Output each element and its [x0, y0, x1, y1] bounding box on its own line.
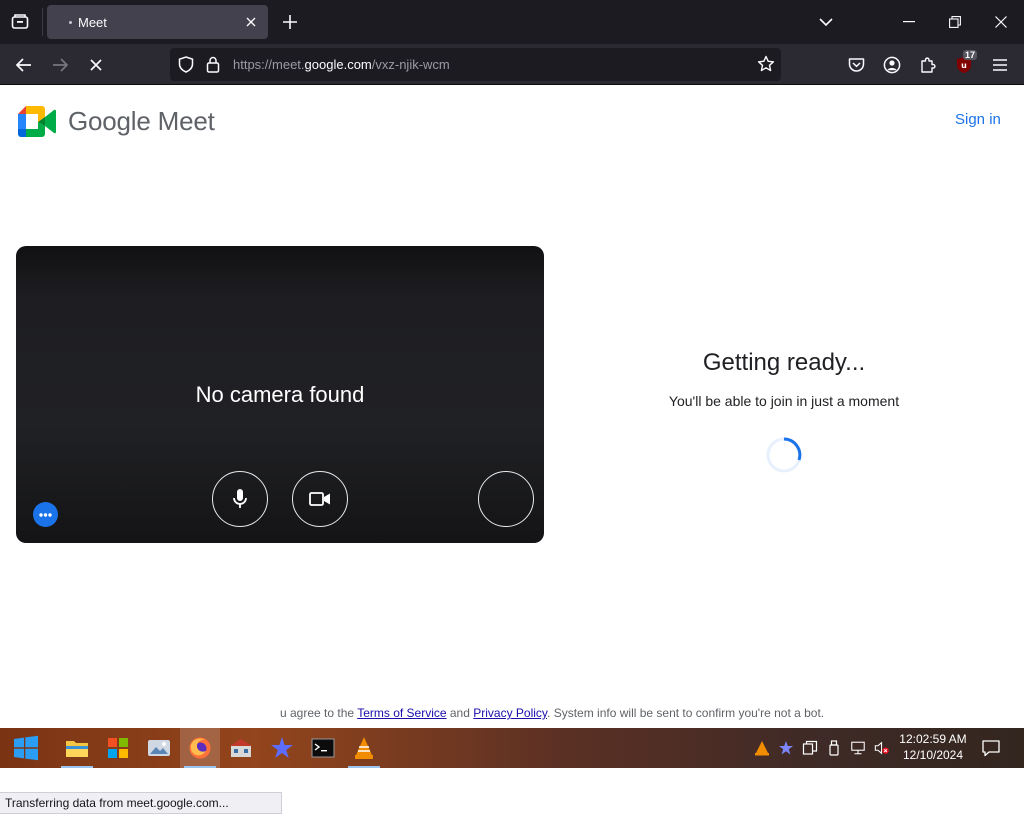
back-button[interactable] — [11, 52, 37, 78]
terminal-icon[interactable] — [303, 728, 343, 768]
getting-ready-subtitle: You'll be able to join in just a moment — [668, 393, 900, 409]
camera-preview: No camera found — [16, 246, 544, 543]
vlc-icon[interactable] — [344, 728, 384, 768]
extensions-puzzle-icon[interactable] — [916, 53, 940, 77]
svg-text:u: u — [961, 61, 967, 70]
forward-button[interactable] — [47, 52, 73, 78]
pocket-icon[interactable] — [844, 53, 868, 77]
clock-time: 12:02:59 AM — [899, 732, 967, 746]
microphone-button[interactable] — [212, 471, 268, 527]
extension-badge: 17 — [963, 50, 978, 60]
list-all-tabs-chevron-down-icon[interactable] — [814, 11, 838, 33]
sign-in-link[interactable]: Sign in — [955, 111, 1001, 128]
video-camera-icon — [309, 492, 330, 506]
terms-of-service-link[interactable]: Terms of Service — [357, 706, 446, 720]
footer-middle: and — [446, 706, 474, 720]
microphone-icon — [233, 489, 247, 508]
url-prefix: https://meet. — [233, 57, 305, 72]
effects-button[interactable] — [478, 471, 534, 527]
footer-prefix: u agree to the — [280, 706, 358, 720]
legal-footer: u agree to the Terms of Service and Priv… — [280, 706, 824, 720]
firefox-view-icon[interactable] — [8, 11, 32, 33]
star-app-icon[interactable] — [262, 728, 302, 768]
url-text[interactable]: https://meet.google.com/vxz-njik-wcm — [233, 57, 450, 72]
usb-drive-tray-icon[interactable] — [826, 739, 842, 757]
restore-button[interactable] — [943, 11, 967, 33]
address-bar[interactable]: https://meet.google.com/vxz-njik-wcm — [170, 48, 781, 81]
network-tray-icon[interactable] — [850, 739, 866, 757]
store-icon[interactable] — [98, 728, 138, 768]
more-options-button[interactable] — [33, 502, 58, 527]
tab-title: Meet — [78, 15, 107, 30]
menu-hamburger-icon[interactable] — [988, 53, 1012, 77]
url-path: /vxz-njik-wcm — [371, 57, 450, 72]
navigation-toolbar: https://meet.google.com/vxz-njik-wcm u 1… — [0, 44, 1024, 85]
getting-ready-title: Getting ready... — [702, 349, 866, 376]
volume-muted-tray-icon[interactable] — [874, 739, 890, 757]
loading-dot-icon — [69, 21, 72, 24]
status-bar: Transferring data from meet.google.com..… — [0, 792, 282, 814]
loading-spinner-icon — [766, 437, 802, 478]
stop-loading-button[interactable] — [83, 52, 109, 78]
windows-logo-icon — [14, 735, 38, 761]
star-tray-icon[interactable] — [778, 739, 794, 757]
privacy-policy-link[interactable]: Privacy Policy — [473, 706, 547, 720]
tracking-protection-shield-icon[interactable] — [178, 56, 194, 78]
taskbar: 12:02:59 AM 12/10/2024 — [0, 728, 1024, 768]
close-tab-icon[interactable] — [242, 13, 260, 31]
account-icon[interactable] — [880, 53, 904, 77]
minimize-button[interactable] — [897, 11, 921, 33]
page-content: Google Meet Sign in No camera found Gett… — [0, 85, 1024, 814]
start-button[interactable] — [6, 728, 46, 768]
brand-name: Google Meet — [68, 106, 215, 136]
ublock-extension-icon[interactable]: u 17 — [952, 50, 978, 77]
camera-button[interactable] — [292, 471, 348, 527]
new-tab-button[interactable] — [279, 11, 301, 33]
photos-icon[interactable] — [139, 728, 179, 768]
close-window-button[interactable] — [989, 11, 1013, 33]
footer-suffix: . System info will be sent to confirm yo… — [547, 706, 825, 720]
vlc-tray-icon[interactable] — [754, 739, 770, 757]
file-explorer-icon[interactable] — [57, 728, 97, 768]
url-host: google.com — [304, 57, 372, 72]
more-horiz-icon — [39, 512, 52, 517]
no-camera-message: No camera found — [195, 382, 365, 407]
google-meet-logo-icon — [18, 106, 57, 142]
tab-meet[interactable]: Meet — [47, 5, 268, 39]
tab-separator — [42, 8, 43, 36]
clock-date: 12/10/2024 — [902, 748, 964, 762]
notification-center-icon[interactable] — [980, 738, 1002, 758]
app-icon[interactable] — [221, 728, 261, 768]
bookmark-star-icon[interactable] — [757, 55, 775, 78]
task-view-tray-icon[interactable] — [802, 739, 818, 757]
tab-bar: Meet — [0, 0, 1024, 44]
system-clock[interactable]: 12:02:59 AM 12/10/2024 — [890, 731, 976, 763]
lock-icon[interactable] — [206, 56, 220, 78]
firefox-icon[interactable] — [180, 728, 220, 768]
